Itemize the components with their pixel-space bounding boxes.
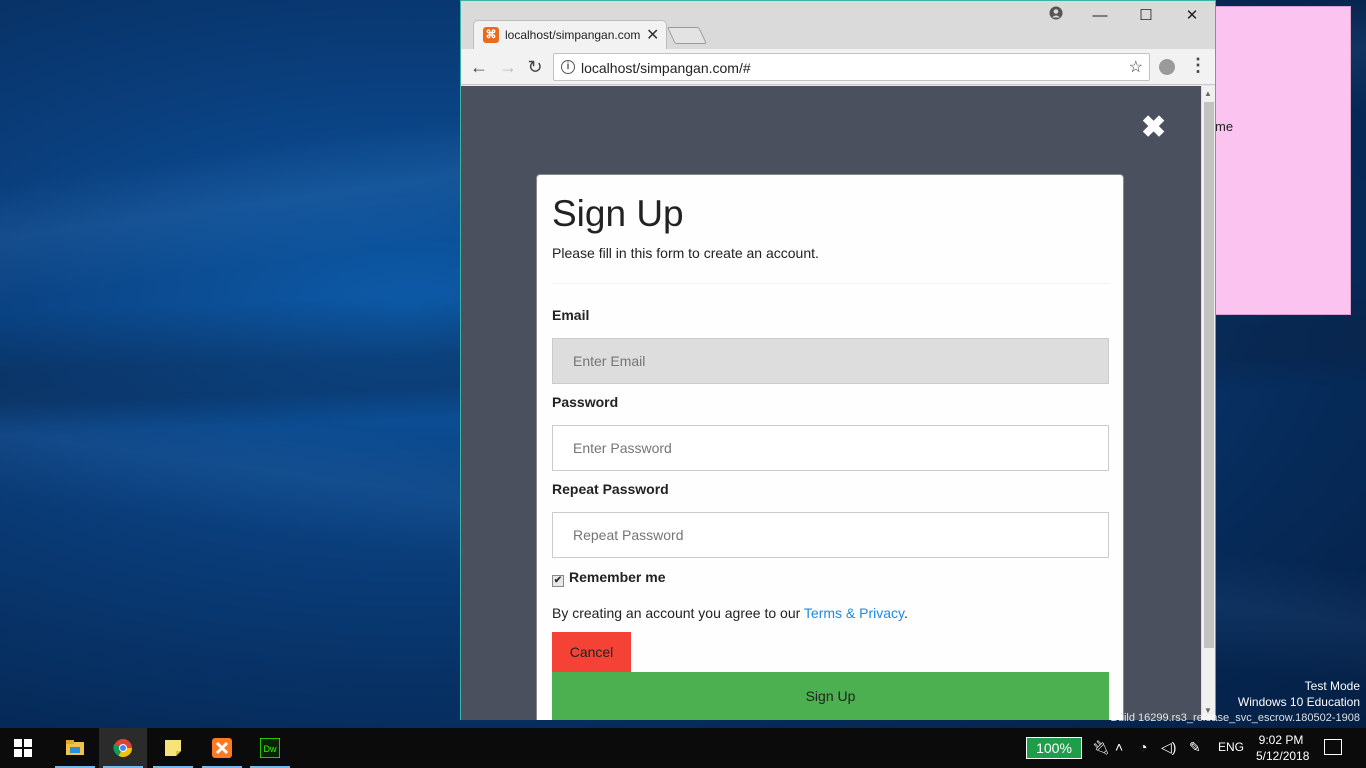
- chrome-icon[interactable]: [99, 728, 147, 768]
- wifi-icon[interactable]: ◔: [1139, 739, 1147, 755]
- sticky-notes-icon[interactable]: [149, 728, 197, 768]
- address-bar-url: localhost/simpangan.com/#: [581, 60, 751, 76]
- xampp-favicon-icon: ⌘: [483, 27, 499, 43]
- xampp-icon[interactable]: [198, 728, 246, 768]
- email-label: Email: [552, 307, 590, 323]
- watermark-line2: Windows 10 Education: [1237, 695, 1360, 709]
- dreamweaver-icon[interactable]: Dw: [246, 728, 294, 768]
- page-scrollbar[interactable]: ▲ ▼: [1201, 86, 1215, 720]
- sticky-note[interactable]: me: [1214, 6, 1351, 315]
- clock-time: 9:02 PM: [1258, 733, 1304, 747]
- terms-link[interactable]: Terms & Privacy: [804, 605, 904, 621]
- close-window-button[interactable]: ✕: [1172, 5, 1212, 29]
- signup-modal: Sign Up Please fill in this form to crea…: [536, 174, 1124, 720]
- language-indicator[interactable]: ENG: [1218, 740, 1244, 754]
- remember-me[interactable]: ✔ Remember me: [552, 569, 666, 587]
- terms-suffix: .: [904, 605, 908, 621]
- watermark-line3: Build 16299.rs3_release_svc_escrow.18050…: [1110, 712, 1360, 724]
- volume-icon[interactable]: ◁): [1161, 739, 1176, 756]
- windows-start-icon[interactable]: [14, 739, 32, 757]
- info-icon[interactable]: i: [561, 60, 575, 74]
- terms-prefix: By creating an account you agree to our: [552, 605, 804, 621]
- terms-text: By creating an account you agree to our …: [552, 605, 908, 621]
- maximize-button[interactable]: ☐: [1126, 5, 1166, 29]
- new-tab-button[interactable]: [667, 27, 707, 44]
- password-field[interactable]: [552, 425, 1109, 471]
- browser-window: ⌘ localhost/simpangan.com ✕ — ☐ ✕ ← → ↻ …: [460, 0, 1216, 720]
- taskbar: Dw 100% 🔌︎ ˄ ◔ ◁) ✎ ENG 9:02 PM 5/12/201…: [0, 728, 1366, 768]
- back-icon[interactable]: ←: [468, 56, 490, 78]
- browser-tab[interactable]: ⌘ localhost/simpangan.com ✕: [473, 20, 667, 49]
- password-label: Password: [552, 394, 619, 410]
- reload-icon[interactable]: ↻: [524, 56, 546, 78]
- repeat-password-field[interactable]: [552, 512, 1109, 558]
- browser-titlebar: ⌘ localhost/simpangan.com ✕ — ☐ ✕: [461, 1, 1215, 49]
- clock-date: 5/12/2018: [1256, 749, 1310, 763]
- page-title: Sign Up: [552, 193, 684, 234]
- address-bar[interactable]: i localhost/simpangan.com/# ☆: [553, 53, 1150, 81]
- svg-text:Dw: Dw: [264, 744, 277, 754]
- remember-label: Remember me: [569, 569, 666, 585]
- sticky-note-text: me: [1215, 119, 1234, 134]
- power-plug-icon[interactable]: 🔌︎: [1092, 739, 1110, 756]
- action-center-icon[interactable]: [1324, 739, 1342, 755]
- tab-title: localhost/simpangan.com: [505, 28, 640, 42]
- remember-checkbox[interactable]: ✔: [552, 575, 564, 587]
- browser-toolbar: ← → ↻ i localhost/simpangan.com/# ☆ ⋮: [461, 49, 1215, 85]
- page-viewport: ✖ Sign Up Please fill in this form to cr…: [461, 86, 1201, 720]
- forward-icon[interactable]: →: [497, 56, 519, 78]
- repeat-password-label: Repeat Password: [552, 481, 669, 497]
- test-mode-watermark: Test Mode Windows 10 Education Build 162…: [1110, 678, 1360, 726]
- form-subtitle: Please fill in this form to create an ac…: [552, 245, 819, 261]
- email-field[interactable]: [552, 338, 1109, 384]
- minimize-button[interactable]: —: [1080, 5, 1120, 29]
- scrollbar-thumb[interactable]: [1204, 102, 1214, 648]
- scroll-up-icon[interactable]: ▲: [1204, 89, 1212, 98]
- divider: [552, 283, 1109, 284]
- modal-close-icon[interactable]: ✖: [1141, 113, 1166, 143]
- file-explorer-icon[interactable]: [51, 728, 99, 768]
- bookmark-star-icon[interactable]: ☆: [1129, 57, 1143, 77]
- tab-close-icon[interactable]: ✕: [646, 25, 659, 45]
- profile-icon[interactable]: [1036, 5, 1076, 29]
- menu-dots-icon[interactable]: ⋮: [1189, 55, 1207, 76]
- signup-button[interactable]: Sign Up: [552, 672, 1109, 720]
- watermark-line1: Test Mode: [1304, 679, 1360, 693]
- extension-icon[interactable]: [1159, 59, 1175, 75]
- battery-indicator[interactable]: 100%: [1026, 737, 1082, 759]
- cancel-button[interactable]: Cancel: [552, 632, 631, 672]
- chevron-up-icon[interactable]: ˄: [1115, 739, 1123, 755]
- clock[interactable]: 9:02 PM 5/12/2018: [1256, 732, 1310, 764]
- pen-icon[interactable]: ✎: [1189, 739, 1201, 756]
